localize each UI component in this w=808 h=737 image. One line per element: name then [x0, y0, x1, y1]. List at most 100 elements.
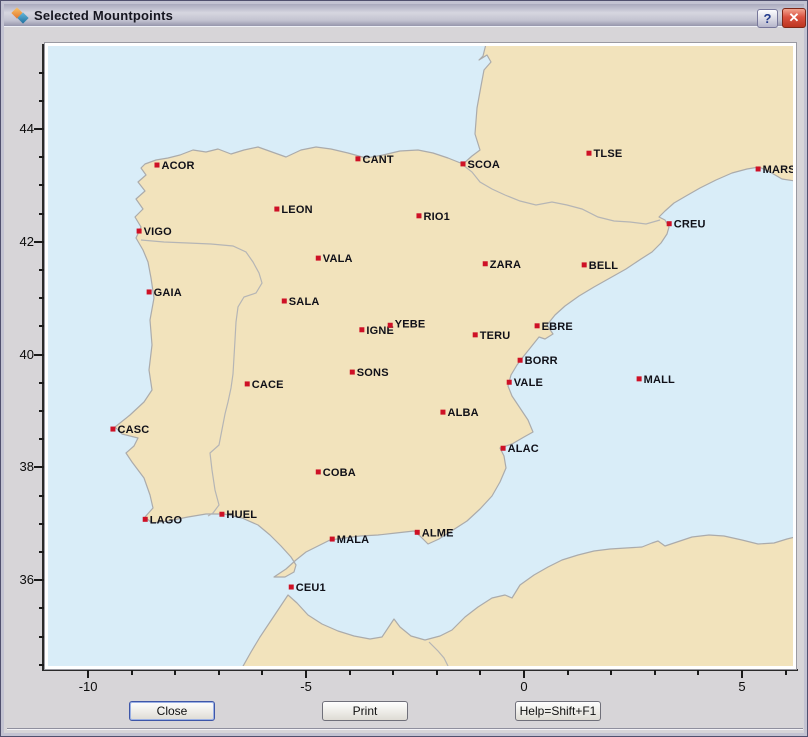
station-label-ZARA: ZARA [490, 259, 521, 271]
station-label-TERU: TERU [480, 330, 511, 342]
station-label-VALA: VALA [323, 253, 353, 265]
y-minor-tick [39, 325, 44, 327]
y-minor-tick [39, 382, 44, 384]
station-marker-CASC [110, 427, 115, 432]
y-minor-tick [39, 495, 44, 497]
station-marker-MARS [756, 166, 761, 171]
x-minor-tick [261, 670, 263, 675]
station-label-BORR: BORR [525, 355, 558, 367]
station-label-MARS: MARS [763, 164, 793, 176]
x-tick-label: 0 [507, 679, 541, 694]
station-marker-CEU1 [289, 585, 294, 590]
y-tick-label: 42 [8, 234, 34, 249]
y-major-tick [34, 579, 44, 581]
x-minor-tick [436, 670, 438, 675]
station-label-ALBA: ALBA [447, 407, 478, 419]
x-minor-tick [349, 670, 351, 675]
station-label-MALA: MALA [337, 534, 370, 546]
selected-mountpoints-dialog: Selected Mountpoints ? ✕ ACORCANTSCOATLS… [0, 0, 808, 737]
station-marker-ALAC [501, 446, 506, 451]
y-minor-tick [39, 156, 44, 158]
station-marker-MALL [637, 376, 642, 381]
station-marker-BELL [582, 262, 587, 267]
station-marker-CACE [245, 381, 250, 386]
station-label-CREU: CREU [674, 219, 706, 231]
y-minor-tick [39, 72, 44, 74]
station-label-GAIA: GAIA [154, 287, 182, 299]
station-marker-ALME [415, 530, 420, 535]
titlebar-close-button[interactable]: ✕ [782, 8, 806, 28]
station-marker-LAGO [143, 517, 148, 522]
y-minor-tick [39, 184, 44, 186]
station-marker-ZARA [483, 261, 488, 266]
y-tick-label: 44 [8, 121, 34, 136]
station-marker-VALA [316, 256, 321, 261]
x-minor-tick [567, 670, 569, 675]
station-label-ALAC: ALAC [508, 443, 539, 455]
x-minor-tick [479, 670, 481, 675]
station-marker-LEON [274, 207, 279, 212]
x-minor-tick [174, 670, 176, 675]
y-tick-label: 38 [8, 459, 34, 474]
station-marker-VALE [507, 380, 512, 385]
x-minor-tick [392, 670, 394, 675]
y-minor-tick [39, 636, 44, 638]
station-label-CASC: CASC [117, 424, 149, 436]
y-minor-tick [39, 438, 44, 440]
station-label-SCOA: SCOA [468, 159, 501, 171]
station-label-EBRE: EBRE [542, 321, 573, 333]
map-plot-frame: ACORCANTSCOATLSEMARSVIGOLEONRIO1CREUVALA… [44, 42, 797, 670]
x-minor-tick [785, 670, 787, 675]
station-label-YEBE: YEBE [395, 318, 426, 330]
y-minor-tick [39, 269, 44, 271]
x-tick-label: -10 [71, 679, 105, 694]
titlebar-help-button[interactable]: ? [757, 9, 778, 28]
window-title: Selected Mountpoints [34, 8, 173, 23]
y-major-tick [34, 241, 44, 243]
x-major-tick [741, 670, 743, 678]
station-marker-COBA [316, 469, 321, 474]
station-marker-TERU [473, 332, 478, 337]
y-minor-tick [39, 523, 44, 525]
station-marker-ALBA [440, 410, 445, 415]
app-diamond-icon [12, 7, 28, 23]
station-marker-BORR [518, 358, 523, 363]
mountpoints-map: ACORCANTSCOATLSEMARSVIGOLEONRIO1CREUVALA… [48, 46, 793, 666]
station-marker-SONS [350, 370, 355, 375]
help-shortcut-button[interactable]: Help=Shift+F1 [515, 701, 601, 721]
station-marker-EBRE [535, 323, 540, 328]
station-label-MALL: MALL [644, 374, 675, 386]
station-label-VIGO: VIGO [144, 226, 173, 238]
station-label-COBA: COBA [323, 467, 356, 479]
x-major-tick [305, 670, 307, 678]
y-minor-tick [39, 410, 44, 412]
station-marker-MALA [330, 537, 335, 542]
y-minor-tick [39, 551, 44, 553]
station-marker-ACOR [154, 163, 159, 168]
y-tick-label: 40 [8, 347, 34, 362]
station-label-RIO1: RIO1 [423, 211, 449, 223]
y-minor-tick [39, 297, 44, 299]
dialog-close-button[interactable]: Close [129, 701, 215, 721]
station-marker-IGNE [359, 327, 364, 332]
station-label-VALE: VALE [514, 377, 543, 389]
station-label-HUEL: HUEL [226, 509, 257, 521]
title-bar[interactable]: Selected Mountpoints ? ✕ [4, 4, 804, 27]
station-label-CEU1: CEU1 [296, 582, 326, 594]
station-marker-CANT [355, 156, 360, 161]
y-major-tick [34, 354, 44, 356]
station-marker-CREU [667, 221, 672, 226]
station-label-CACE: CACE [252, 379, 284, 391]
x-major-tick [87, 670, 89, 678]
print-button[interactable]: Print [322, 701, 408, 721]
station-marker-SCOA [461, 161, 466, 166]
x-minor-tick [697, 670, 699, 675]
station-marker-RIO1 [416, 213, 421, 218]
x-minor-tick [131, 670, 133, 675]
x-minor-tick [610, 670, 612, 675]
x-minor-tick [654, 670, 656, 675]
y-tick-label: 36 [8, 572, 34, 587]
y-minor-tick [39, 213, 44, 215]
station-label-SONS: SONS [357, 367, 389, 379]
station-label-LEON: LEON [281, 204, 312, 216]
